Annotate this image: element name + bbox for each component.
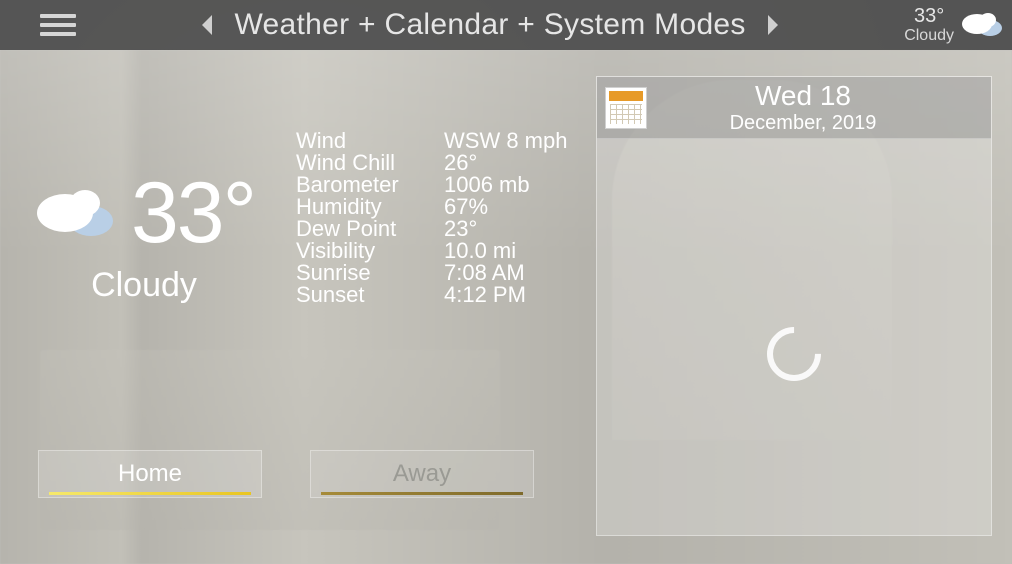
mode-home-button[interactable]: Home [38,450,262,498]
current-temp: 33° [131,170,255,256]
calendar-day: Wed 18 [663,80,943,112]
weather-current: 33° Cloudy [14,170,274,305]
current-condition: Cloudy [14,266,274,305]
mode-home-label: Home [118,460,182,488]
calendar-icon[interactable] [605,87,647,129]
system-modes: Home Away [38,450,534,498]
page-title: Weather + Calendar + System Modes [234,8,745,42]
detail-value: 23° [444,218,477,240]
header-condition: Cloudy [904,27,954,45]
detail-label: Humidity [296,196,444,218]
mode-away-indicator [321,492,523,495]
detail-value: 67% [444,196,488,218]
header-weather[interactable]: 33° Cloudy [904,5,1004,45]
detail-label: Wind Chill [296,152,444,174]
detail-value: 7:08 AM [444,262,525,284]
prev-page-icon[interactable] [200,13,216,37]
calendar-loading [597,327,991,381]
calendar-month: December, 2019 [663,112,943,135]
cloudy-icon [33,181,119,246]
spinner-icon [756,316,832,392]
detail-label: Visibility [296,240,444,262]
detail-label: Sunset [296,284,444,306]
title-wrap: Weather + Calendar + System Modes [76,8,904,42]
detail-value: 10.0 mi [444,240,516,262]
detail-value: 4:12 PM [444,284,526,306]
menu-icon[interactable] [40,9,76,41]
detail-label: Wind [296,130,444,152]
next-page-icon[interactable] [764,13,780,37]
mode-home-indicator [49,492,251,495]
header-temp: 33° [904,5,954,27]
weather-details: WindWSW 8 mph Wind Chill26° Barometer100… [296,130,567,306]
detail-value: 26° [444,152,477,174]
calendar-panel: Wed 18 December, 2019 [596,76,992,536]
detail-label: Barometer [296,174,444,196]
cloudy-icon [960,8,1004,43]
mode-away-button[interactable]: Away [310,450,534,498]
detail-value: WSW 8 mph [444,130,567,152]
detail-label: Dew Point [296,218,444,240]
detail-label: Sunrise [296,262,444,284]
detail-value: 1006 mb [444,174,530,196]
mode-away-label: Away [393,460,451,488]
calendar-header: Wed 18 December, 2019 [597,77,991,139]
header-bar: Weather + Calendar + System Modes 33° Cl… [0,0,1012,50]
